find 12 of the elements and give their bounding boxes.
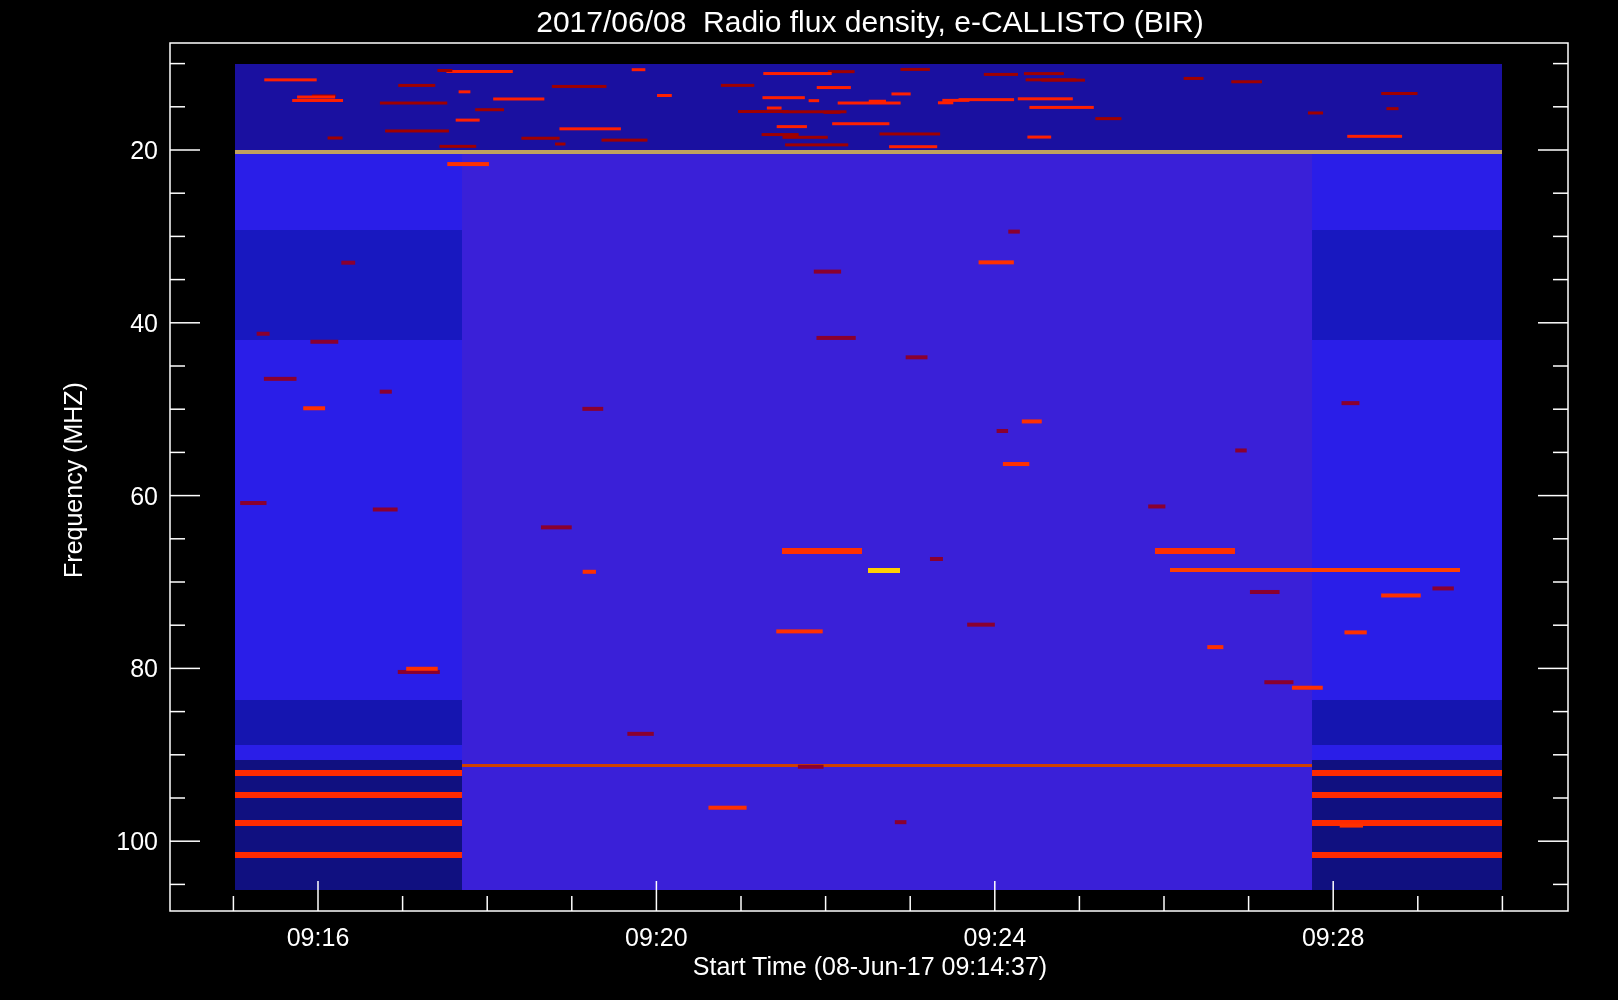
y-tick-label: 40 <box>130 308 158 337</box>
x-tick-label: 09:16 <box>286 923 350 951</box>
y-tick-label: 20 <box>130 136 158 164</box>
x-tick-label: 09:24 <box>963 923 1027 951</box>
y-tick-label: 60 <box>130 481 158 510</box>
chart-title: 2017/06/08 Radio flux density, e-CALLISTO (BIR) <box>536 5 1204 38</box>
y-tick-label: 80 <box>130 654 158 683</box>
x-tick-label: 09:28 <box>1301 923 1365 951</box>
x-axis-label: Start Time (08-Jun-17 09:14:37) <box>692 952 1048 980</box>
y-tick-label: 100 <box>116 827 158 856</box>
x-tick-label: 09:20 <box>625 923 688 951</box>
y-axis-label: Frequency (MHZ) <box>59 382 87 578</box>
